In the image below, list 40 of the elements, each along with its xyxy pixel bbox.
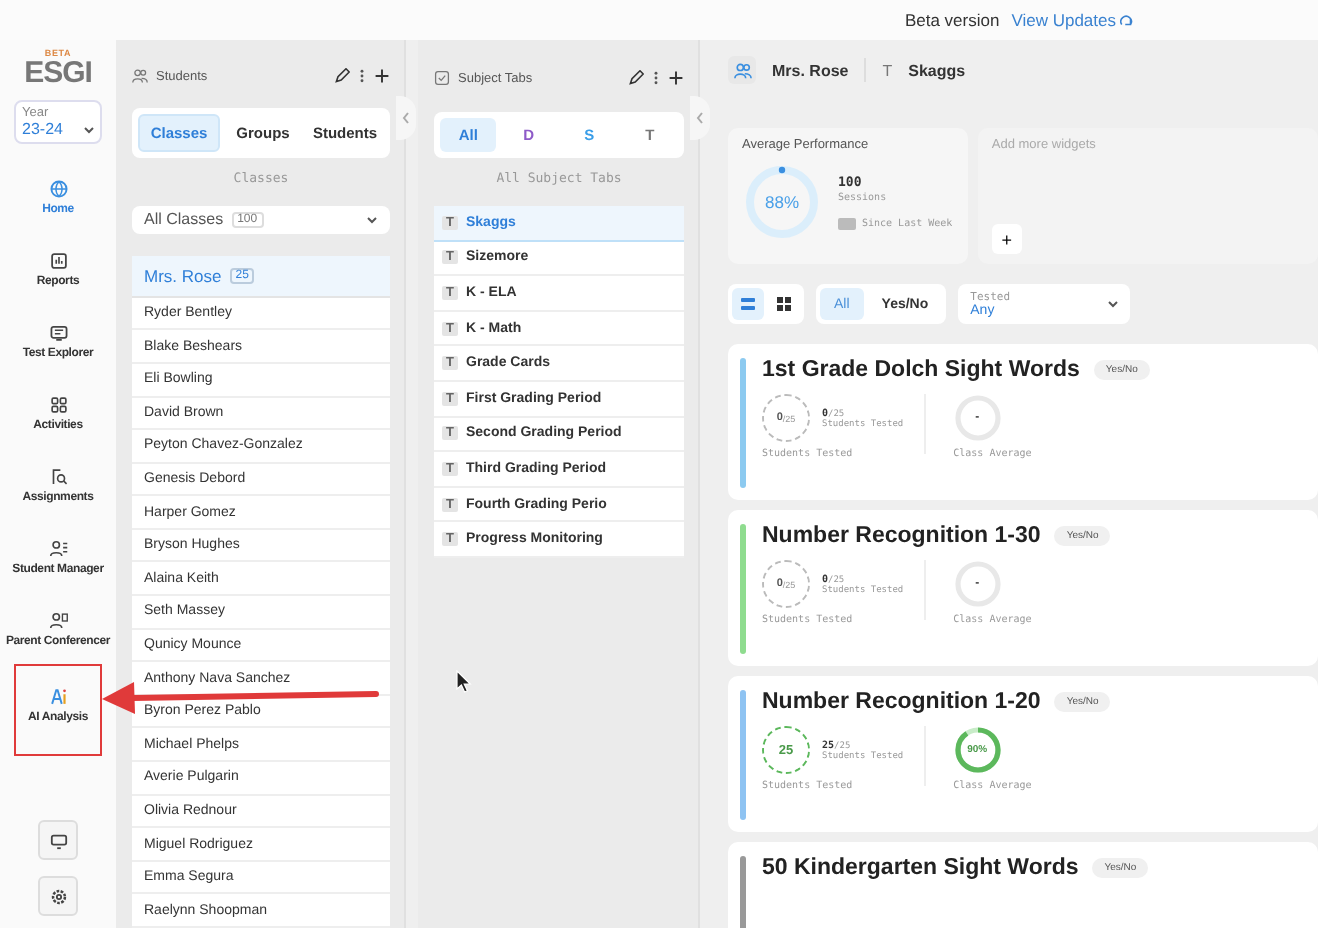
tab-type-label: T bbox=[882, 61, 893, 79]
add-icon[interactable] bbox=[668, 70, 684, 86]
refresh-icon bbox=[1120, 13, 1134, 27]
beta-version-label: Beta version bbox=[904, 10, 1000, 30]
highlight-box bbox=[14, 664, 102, 756]
add-icon[interactable] bbox=[374, 68, 390, 84]
settings-icon[interactable] bbox=[38, 876, 78, 916]
list-view-icon[interactable] bbox=[732, 288, 764, 320]
people-icon bbox=[132, 68, 148, 84]
test-name: 50 Kindergarten Sight Words bbox=[762, 856, 1079, 880]
performance-ring: 88% bbox=[742, 162, 822, 242]
test-name: Number Recognition 1-30 bbox=[762, 524, 1041, 548]
class-name: Mrs. Rose bbox=[772, 61, 849, 79]
ai-letters-icon bbox=[47, 686, 69, 708]
checkbox-icon bbox=[434, 70, 450, 86]
edit-icon[interactable] bbox=[334, 68, 350, 84]
test-name: 1st Grade Dolch Sight Words bbox=[762, 358, 1080, 382]
monitor-icon[interactable] bbox=[38, 820, 78, 860]
chart-icon bbox=[47, 250, 69, 272]
collapse-handle[interactable] bbox=[690, 96, 710, 140]
grid-icon bbox=[47, 394, 69, 416]
logo-text: ESGI bbox=[24, 58, 92, 88]
monitor-icon bbox=[47, 322, 69, 344]
edit-icon[interactable] bbox=[628, 70, 644, 86]
magnifier-document-icon bbox=[47, 466, 69, 488]
add-widget-button[interactable]: + bbox=[991, 224, 1022, 254]
person-card-icon bbox=[47, 610, 69, 632]
view-updates-link[interactable]: View Updates bbox=[1011, 10, 1134, 30]
globe-icon bbox=[47, 178, 69, 200]
collapse-handle[interactable] bbox=[396, 96, 416, 140]
mouse-cursor-icon bbox=[456, 670, 472, 694]
more-icon[interactable] bbox=[358, 68, 366, 84]
chevron-down-icon[interactable] bbox=[1108, 300, 1119, 308]
test-name: Number Recognition 1-20 bbox=[762, 690, 1041, 714]
chevron-down-icon[interactable] bbox=[84, 125, 94, 133]
more-icon[interactable] bbox=[652, 70, 660, 86]
person-list-icon bbox=[47, 538, 69, 560]
chevron-down-icon[interactable] bbox=[366, 215, 378, 224]
people-icon bbox=[728, 56, 756, 84]
tab-name: Skaggs bbox=[908, 61, 966, 79]
